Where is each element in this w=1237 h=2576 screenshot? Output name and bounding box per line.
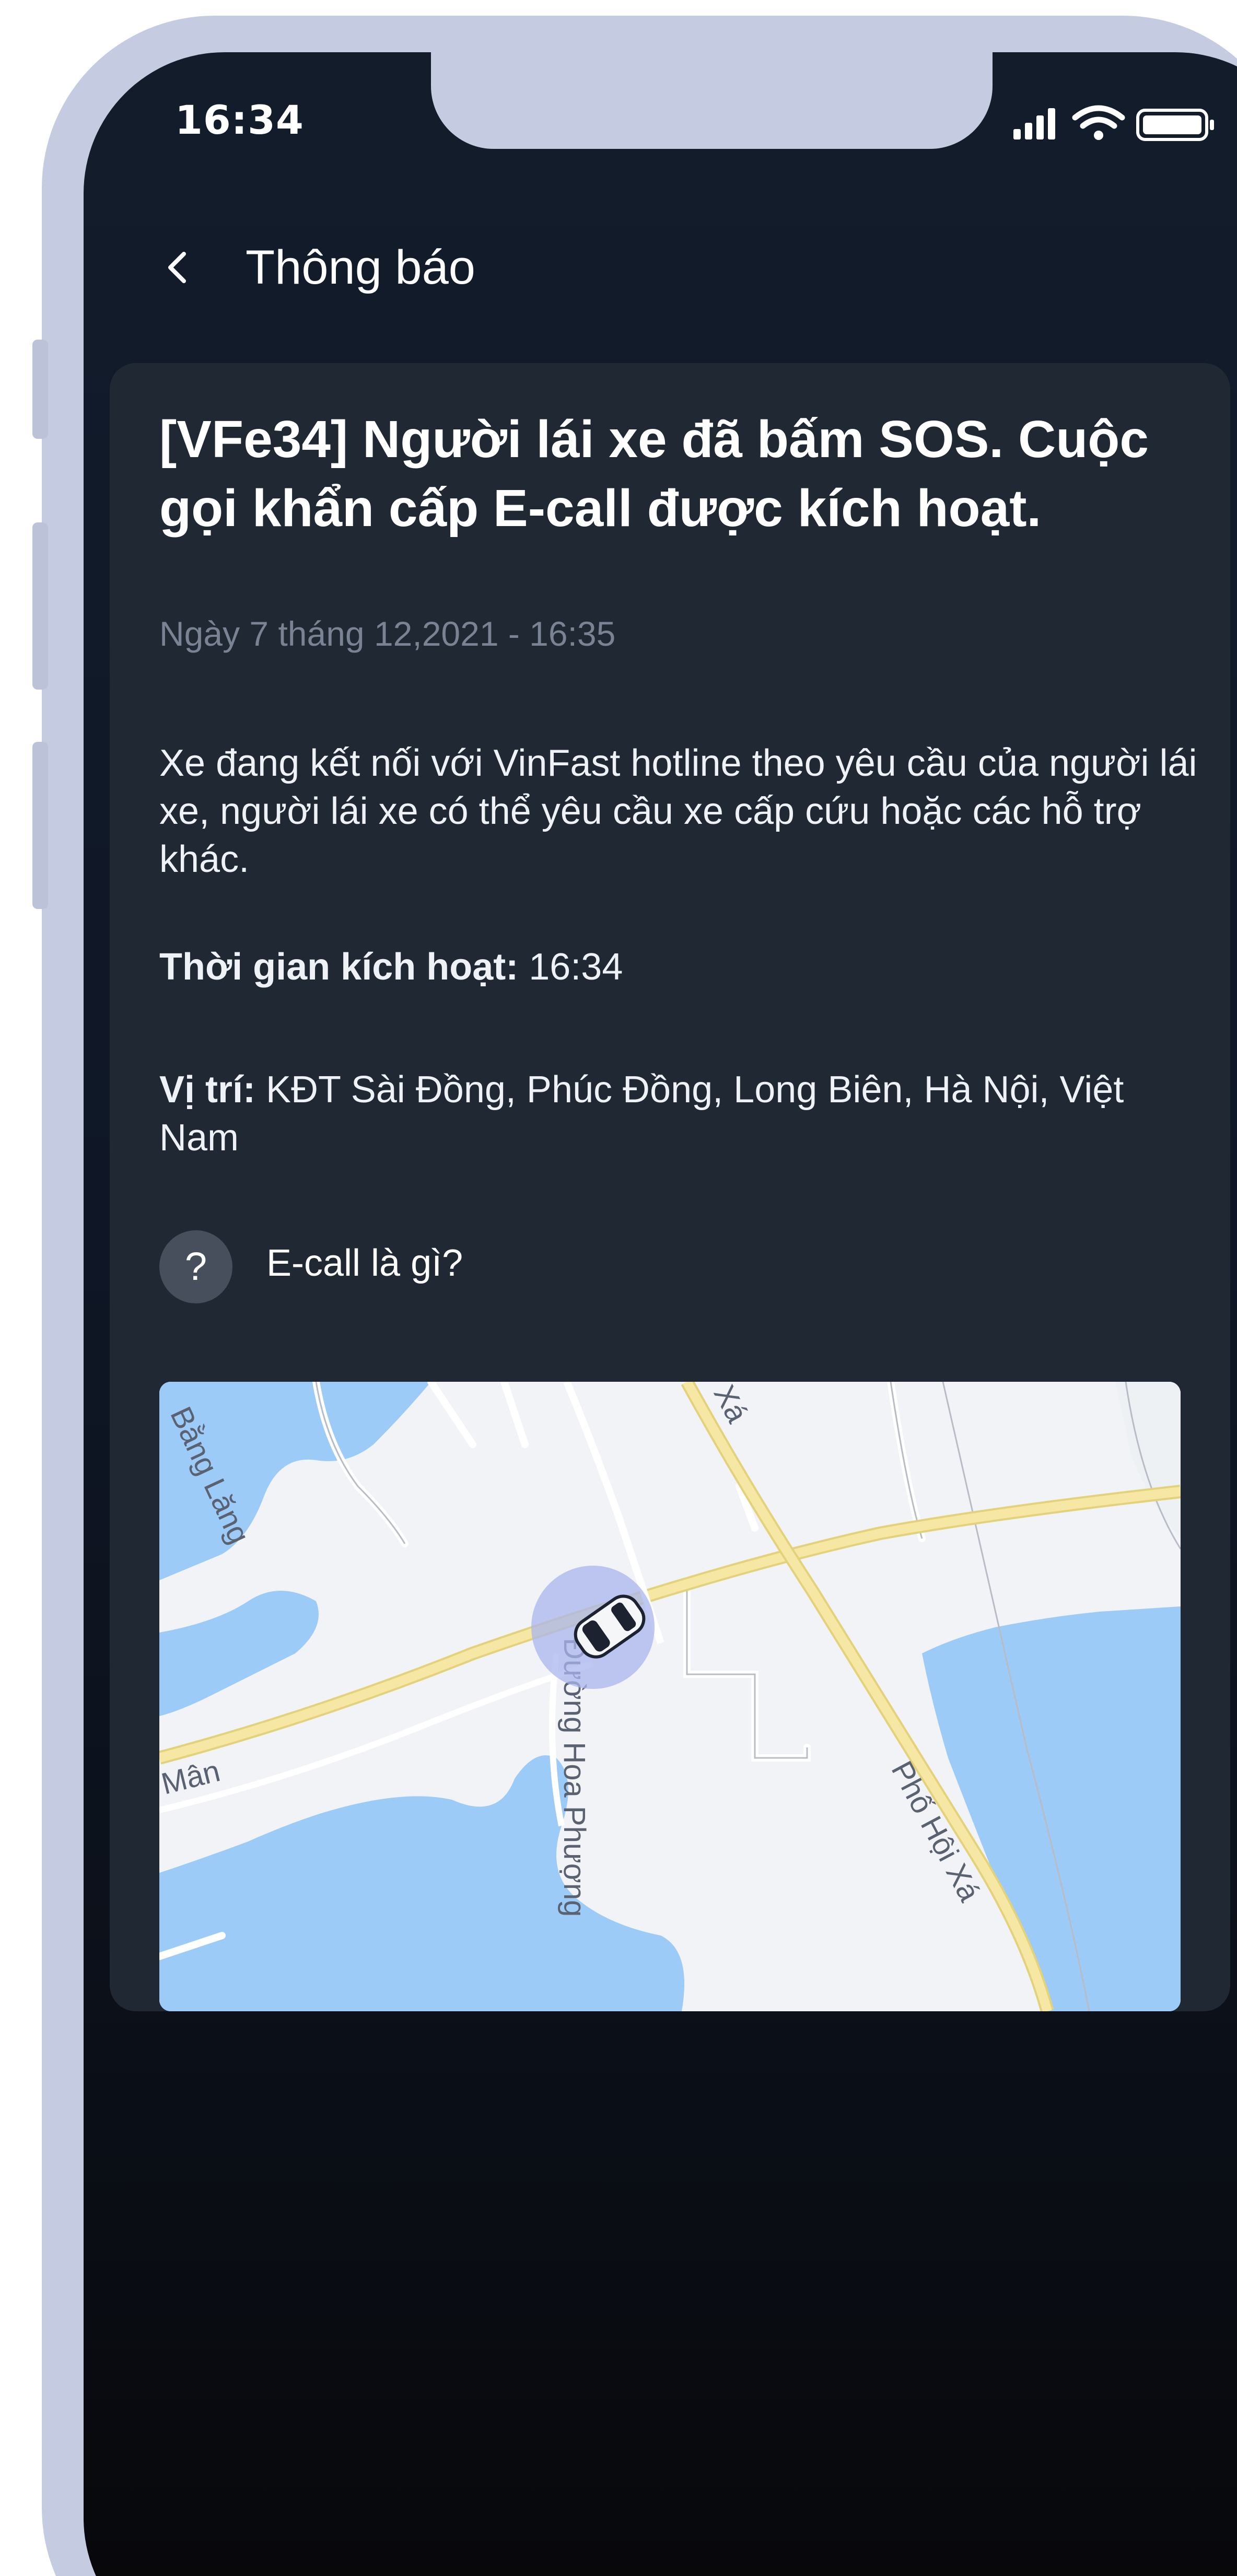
app-page: 16:34 Thông báo [VFe34] Người lái xe đã … <box>0 0 1237 2576</box>
mute-switch <box>32 340 48 439</box>
notification-date: Ngày 7 tháng 12,2021 - 16:35 <box>159 614 616 653</box>
chevron-left-icon <box>168 252 186 283</box>
activation-time-value: 16:34 <box>529 946 623 988</box>
ecall-help-label: E-call là gì? <box>266 1242 463 1284</box>
ecall-help-link[interactable]: ? E-call là gì? <box>159 1230 629 1303</box>
battery-icon <box>1136 109 1214 141</box>
notification-body: Xe đang kết nối với VinFast hotline theo… <box>159 742 1197 880</box>
location-label: Vị trí: <box>159 1069 256 1111</box>
notification-title: [VFe34] Người lái xe đã bấm SOS. Cuộc gọ… <box>159 410 1149 538</box>
notch <box>431 52 993 149</box>
phone-screen: 16:34 Thông báo [VFe34] Người lái xe đã … <box>84 52 1237 2576</box>
status-icons <box>1013 102 1233 144</box>
volume-down-button <box>32 742 48 909</box>
page-title: Thông báo <box>246 241 475 294</box>
notification-card: [VFe34] Người lái xe đã bấm SOS. Cuộc gọ… <box>110 363 1230 2011</box>
map-canvas: Bằng Lăng Mân Xá Đường Hoa Phượng Phố Hộ… <box>159 1382 1181 2011</box>
back-button[interactable] <box>151 235 209 298</box>
vehicle-marker[interactable] <box>531 1566 655 1689</box>
header: Thông báo <box>84 235 1233 298</box>
activation-time-label: Thời gian kích hoạt: <box>159 946 519 988</box>
status-time: 16:34 <box>175 97 304 143</box>
volume-up-button <box>32 522 48 690</box>
location-row: Vị trí: KĐT Sài Đồng, Phúc Đồng, Long Bi… <box>159 1066 1199 1162</box>
location-map[interactable]: Bằng Lăng Mân Xá Đường Hoa Phượng Phố Hộ… <box>159 1382 1181 2011</box>
activation-time-row: Thời gian kích hoạt: 16:34 <box>159 943 1199 991</box>
location-value: KĐT Sài Đồng, Phúc Đồng, Long Biên, Hà N… <box>159 1069 1124 1159</box>
question-icon: ? <box>159 1230 232 1303</box>
signal-icon <box>1013 108 1055 139</box>
wifi-icon <box>1072 105 1125 140</box>
